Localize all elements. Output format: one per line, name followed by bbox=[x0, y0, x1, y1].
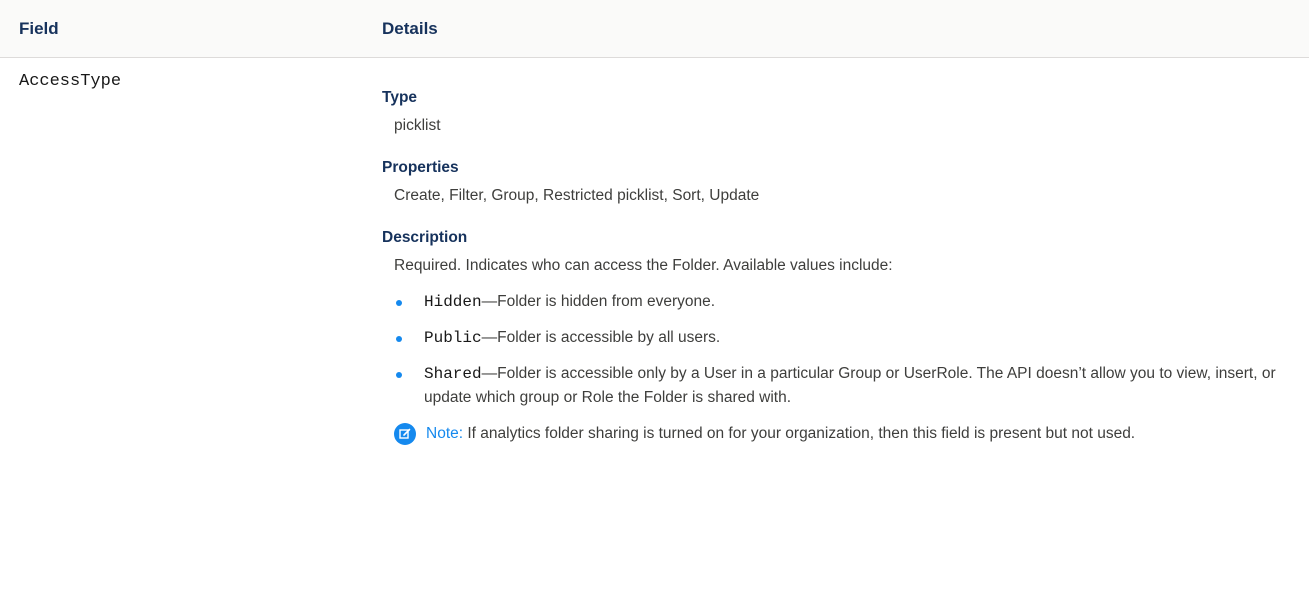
note-label: Note: bbox=[426, 425, 464, 442]
note-edit-icon bbox=[394, 423, 416, 445]
note-callout: Note: If analytics folder sharing is tur… bbox=[394, 422, 1286, 446]
properties-label: Properties bbox=[382, 159, 459, 176]
picklist-values-list: Hidden—Folder is hidden from everyone. P… bbox=[394, 290, 1292, 410]
properties-value: Create, Filter, Group, Restricted pickli… bbox=[394, 187, 760, 204]
field-name: AccessType bbox=[19, 72, 122, 91]
list-item: Shared—Folder is accessible only by a Us… bbox=[394, 362, 1292, 410]
column-header-field: Field bbox=[19, 19, 59, 38]
value-code: Hidden bbox=[424, 293, 482, 311]
bullet-icon bbox=[396, 372, 402, 378]
description-text: Required. Indicates who can access the F… bbox=[394, 257, 893, 274]
value-code: Shared bbox=[424, 365, 482, 383]
table-header-row: Field Details bbox=[0, 0, 1309, 58]
value-text: —Folder is hidden from everyone. bbox=[481, 293, 716, 310]
column-header-details: Details bbox=[382, 19, 438, 38]
note-text: If analytics folder sharing is turned on… bbox=[467, 425, 1136, 442]
list-item: Public—Folder is accessible by all users… bbox=[394, 326, 1292, 350]
description-label: Description bbox=[382, 229, 468, 246]
type-label: Type bbox=[382, 89, 418, 106]
value-text: —Folder is accessible only by a User in … bbox=[424, 365, 1276, 406]
type-value: picklist bbox=[394, 117, 441, 134]
value-text: —Folder is accessible by all users. bbox=[481, 329, 721, 346]
list-item: Hidden—Folder is hidden from everyone. bbox=[394, 290, 1292, 314]
value-code: Public bbox=[424, 329, 482, 347]
bullet-icon bbox=[396, 336, 402, 342]
field-details: Type picklist Properties Create, Filter,… bbox=[382, 86, 1292, 446]
bullet-icon bbox=[396, 300, 402, 306]
